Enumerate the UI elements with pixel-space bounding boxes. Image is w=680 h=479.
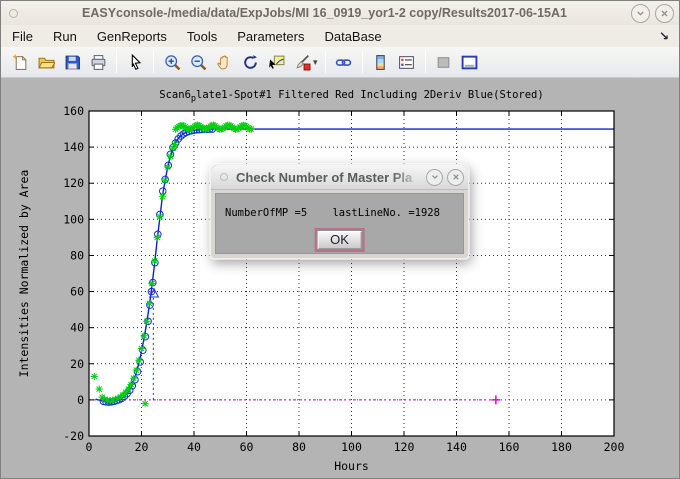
rotate-3d-button[interactable] — [238, 50, 262, 74]
menubar: File Run GenReports Tools Parameters Dat… — [1, 25, 679, 47]
menu-tools[interactable]: Tools — [184, 28, 220, 45]
menu-file[interactable]: File — [9, 28, 36, 45]
pan-hand-icon — [216, 54, 233, 71]
svg-text:60: 60 — [70, 285, 84, 299]
figure-canvas: 020406080100120140160180200-200204060801… — [1, 78, 680, 479]
pan-button[interactable] — [212, 50, 236, 74]
hide-plot-tools-icon — [435, 54, 452, 71]
save-floppy-icon — [64, 54, 81, 71]
brush-button[interactable] — [290, 50, 314, 74]
svg-text:40: 40 — [187, 440, 201, 454]
svg-text:40: 40 — [70, 321, 84, 335]
dialog-title: Check Number of Master Pla — [236, 170, 426, 185]
pointer-arrow-icon — [127, 54, 144, 71]
svg-text:100: 100 — [341, 440, 362, 454]
insert-legend-button[interactable] — [395, 50, 419, 74]
dialog-check-number-of-master-plates: Check Number of Master Pla NumberOfMP =5… — [210, 164, 469, 259]
svg-text:-20: -20 — [63, 429, 84, 443]
dialog-body: NumberOfMP =5 lastLineNo. =1928 OK — [215, 193, 464, 254]
data-cursor-button[interactable] — [264, 50, 288, 74]
app-window: EASYconsole-/media/data/ExpJobs/MI 16_09… — [0, 0, 680, 479]
chart-svg: 020406080100120140160180200-200204060801… — [1, 78, 680, 479]
chevron-down-icon — [430, 172, 440, 182]
new-file-icon — [12, 54, 29, 71]
close-button[interactable] — [655, 4, 674, 23]
window-menu-icon[interactable] — [9, 9, 18, 18]
data-cursor-icon — [268, 54, 285, 71]
minimize-button[interactable] — [631, 4, 650, 23]
dialog-close-button[interactable] — [447, 169, 464, 186]
svg-text:160: 160 — [63, 104, 84, 118]
link-chain-icon — [335, 54, 352, 71]
svg-text:200: 200 — [604, 440, 625, 454]
svg-text:80: 80 — [292, 440, 306, 454]
dialog-message: NumberOfMP =5 lastLineNo. =1928 — [225, 207, 440, 219]
brush-icon — [294, 54, 311, 71]
svg-text:60: 60 — [240, 440, 254, 454]
svg-text:120: 120 — [394, 440, 415, 454]
svg-text:0: 0 — [86, 440, 93, 454]
brush-dropdown-icon[interactable]: ▾ — [313, 57, 318, 68]
svg-text:120: 120 — [63, 176, 84, 190]
menu-database[interactable]: DataBase — [321, 28, 384, 45]
toolbar-separator — [153, 51, 154, 73]
link-plots-button[interactable] — [332, 50, 356, 74]
menu-parameters[interactable]: Parameters — [234, 28, 307, 45]
menu-run[interactable]: Run — [50, 28, 80, 45]
menu-overflow-icon[interactable]: ↘ — [659, 29, 669, 43]
print-button[interactable] — [86, 50, 110, 74]
edit-pointer-button[interactable] — [123, 50, 147, 74]
toolbar-separator — [325, 51, 326, 73]
hide-plot-tools-button — [432, 50, 456, 74]
ok-button[interactable]: OK — [316, 230, 363, 250]
svg-text:100: 100 — [63, 212, 84, 226]
colorbar-icon — [372, 54, 389, 71]
svg-text:20: 20 — [135, 440, 149, 454]
svg-text:180: 180 — [551, 440, 572, 454]
svg-text:Intensities Normalized by Area: Intensities Normalized by Area — [17, 170, 31, 378]
toolbar-separator — [362, 51, 363, 73]
toolbar-separator — [116, 51, 117, 73]
svg-text:Hours: Hours — [334, 459, 369, 473]
dialog-menu-icon[interactable] — [220, 173, 228, 181]
zoom-out-icon — [190, 54, 207, 71]
menu-genreports[interactable]: GenReports — [94, 28, 170, 45]
svg-text:160: 160 — [499, 440, 520, 454]
window-title: EASYconsole-/media/data/ExpJobs/MI 16_09… — [18, 6, 631, 20]
svg-text:140: 140 — [446, 440, 467, 454]
ok-button-focus-ring: OK — [314, 228, 365, 252]
svg-text:Scan6plate1-Spot#1 Filtered Re: Scan6plate1-Spot#1 Filtered Red Includin… — [159, 89, 543, 104]
rotate-icon — [242, 54, 259, 71]
insert-colorbar-button[interactable] — [369, 50, 393, 74]
toolbar-separator — [425, 51, 426, 73]
show-plot-tools-button[interactable] — [458, 50, 482, 74]
titlebar: EASYconsole-/media/data/ExpJobs/MI 16_09… — [1, 1, 679, 25]
close-icon — [451, 172, 461, 182]
svg-text:0: 0 — [77, 393, 84, 407]
zoom-out-button[interactable] — [186, 50, 210, 74]
svg-text:80: 80 — [70, 248, 84, 262]
new-file-button[interactable] — [8, 50, 32, 74]
svg-text:20: 20 — [70, 357, 84, 371]
toolbar: ▾ — [1, 47, 679, 78]
legend-icon — [398, 54, 415, 71]
show-plot-tools-icon — [461, 54, 478, 71]
close-icon — [659, 8, 670, 19]
svg-text:140: 140 — [63, 140, 84, 154]
zoom-in-icon — [164, 54, 181, 71]
save-button[interactable] — [60, 50, 84, 74]
dialog-titlebar: Check Number of Master Pla — [211, 165, 468, 190]
chevron-down-icon — [635, 8, 646, 19]
open-file-button[interactable] — [34, 50, 58, 74]
dialog-minimize-button[interactable] — [426, 169, 443, 186]
open-folder-icon — [38, 54, 55, 71]
printer-icon — [90, 54, 107, 71]
zoom-in-button[interactable] — [160, 50, 184, 74]
